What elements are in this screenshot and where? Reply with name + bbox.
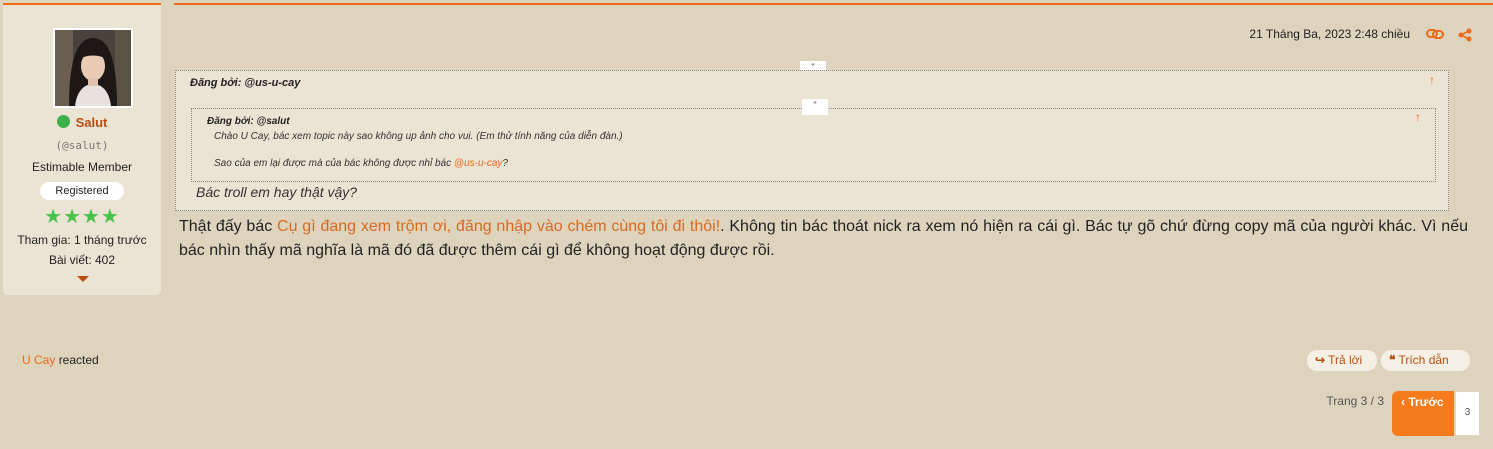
quote-outer-reply: Bác troll em hay thật vậy? xyxy=(196,184,358,200)
username-row: Salut xyxy=(3,114,161,132)
user-title: Estimable Member xyxy=(31,160,133,174)
prev-page-button[interactable]: ‹ Trước xyxy=(1392,391,1454,436)
post-body: Thật đấy bác Cụ gì đang xem trộm ơi, đăn… xyxy=(179,215,1468,263)
share-icon[interactable] xyxy=(1457,27,1473,43)
mention-link[interactable]: @us-u-cay xyxy=(454,158,503,169)
page-number-button[interactable]: 3 xyxy=(1455,391,1480,436)
quote-inner-line-2-end: ? xyxy=(502,158,508,169)
quote-outer-jump-icon[interactable]: ↑ xyxy=(1429,73,1435,87)
quote-outer-author: Đăng bởi: @us-u-cay xyxy=(190,77,301,89)
quote-inner-line-2: Sao của em lại được mà của bác không đượ… xyxy=(214,158,508,169)
username[interactable]: Salut xyxy=(76,115,108,130)
quote-icon: ❝ xyxy=(1389,353,1396,367)
reactions: U Cay reacted xyxy=(22,353,99,367)
quote-inner-author: Đăng bởi: @salut xyxy=(207,116,290,127)
quote-outer: Đăng bởi: @us-u-cay ↑ Đăng bởi: @salut ↑… xyxy=(175,70,1449,211)
quote-button[interactable]: ❝ Trích dẫn xyxy=(1381,350,1470,371)
user-handle: (@salut) xyxy=(55,139,109,152)
user-card: Salut (@salut) Estimable Member Register… xyxy=(3,3,161,295)
joined-stat: Tham gia: 1 tháng trước xyxy=(17,233,147,247)
role-badge: Registered xyxy=(40,182,124,200)
quote-inner: Đăng bởi: @salut ↑ Chào U Cay, bác xem t… xyxy=(191,108,1436,182)
login-prompt-text: Cụ gì đang xem trộm ơi, đăng nhập vào ch… xyxy=(277,218,721,235)
quote-mark-inner: " xyxy=(802,99,828,115)
quote-label: Trích dẫn xyxy=(1398,353,1449,367)
post-body-start: Thật đấy bác xyxy=(179,218,278,235)
top-accent-line xyxy=(174,3,1493,5)
reply-button[interactable]: ↪ Trả lời xyxy=(1307,350,1377,371)
avatar[interactable] xyxy=(53,28,133,108)
reacted-label: reacted xyxy=(58,353,99,367)
post-timestamp[interactable]: 21 Tháng Ba, 2023 2:48 chiều xyxy=(1140,27,1410,41)
expand-caret-icon[interactable] xyxy=(77,276,89,282)
page-indicator: Trang 3 / 3 xyxy=(1326,394,1384,408)
online-status-icon xyxy=(56,115,70,128)
quote-inner-line-2-text: Sao của em lại được mà của bác không đượ… xyxy=(214,158,454,169)
quote-inner-jump-icon[interactable]: ↑ xyxy=(1415,110,1421,124)
quote-inner-line-1: Chào U Cay, bác xem topic này sao không … xyxy=(214,131,623,142)
reacted-user-link[interactable]: U Cay xyxy=(22,353,55,367)
reply-icon: ↪ xyxy=(1315,353,1326,367)
reply-label: Trả lời xyxy=(1328,353,1363,367)
posts-stat: Bài viết: 402 xyxy=(48,253,116,267)
prev-page-label: Trước xyxy=(1408,395,1444,409)
link-icon[interactable] xyxy=(1426,27,1444,41)
rating-stars: ★★★★ xyxy=(44,206,120,228)
